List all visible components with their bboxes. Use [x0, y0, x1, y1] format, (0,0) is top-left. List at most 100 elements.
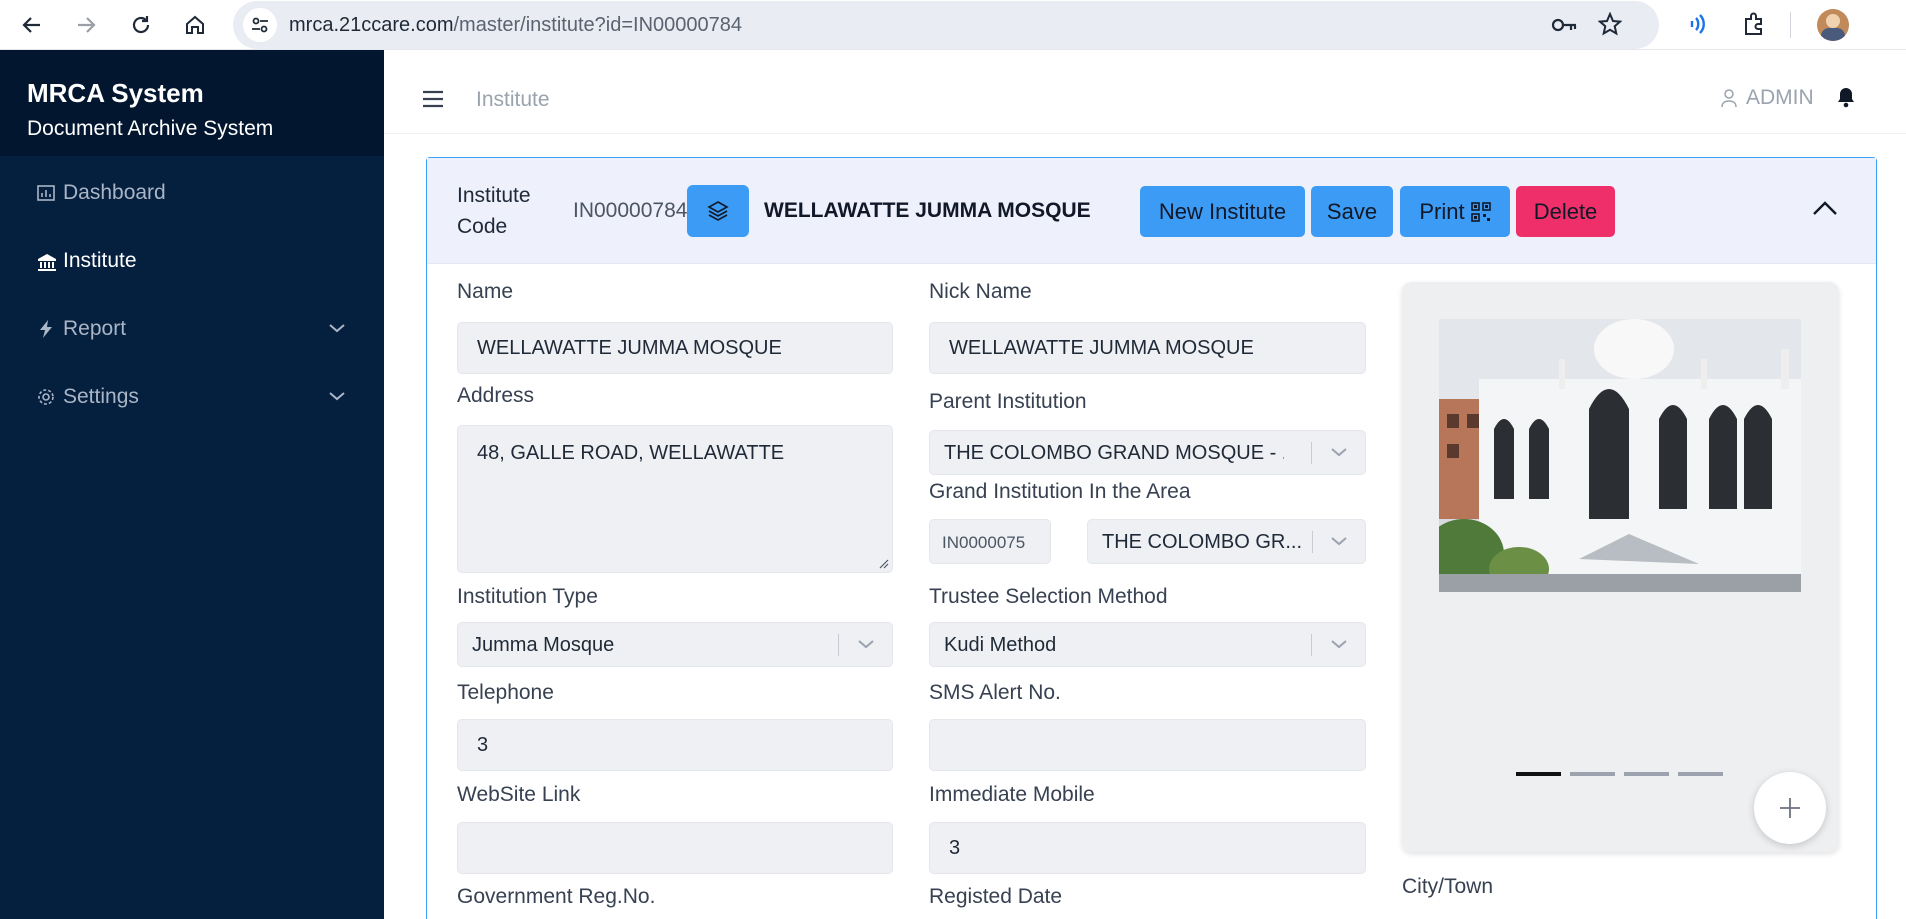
sms-alert-field[interactable] — [929, 719, 1366, 771]
bell-icon[interactable] — [1836, 86, 1856, 113]
select-separator — [1311, 442, 1312, 464]
topbar: Institute ADMIN — [384, 50, 1906, 134]
add-photo-button[interactable] — [1754, 772, 1826, 844]
sidebar-item-label: Report — [63, 317, 127, 340]
carousel-indicators — [1516, 772, 1723, 776]
chevron-down-icon — [1330, 445, 1348, 463]
reload-icon[interactable] — [126, 10, 156, 40]
extensions-icon[interactable] — [1742, 11, 1768, 42]
carousel-dot[interactable] — [1678, 772, 1723, 776]
parent-institution-label: Parent Institution — [929, 390, 1087, 413]
trustee-method-select[interactable]: Kudi Method — [929, 622, 1366, 667]
url-text: mrca.21ccare.com/master/institute?id=IN0… — [289, 14, 743, 36]
grand-institution-code-field[interactable]: IN0000075 — [929, 519, 1051, 564]
address-bar[interactable]: mrca.21ccare.com/master/institute?id=IN0… — [233, 1, 1659, 49]
grand-institution-select[interactable]: THE COLOMBO GR... — [1087, 519, 1366, 564]
address-label: Address — [457, 384, 535, 407]
nickname-label: Nick Name — [929, 280, 1032, 303]
telephone-value: 3 — [477, 734, 489, 756]
layers-icon — [707, 201, 729, 221]
grand-institution-code-value: IN0000075 — [942, 533, 1026, 552]
institute-code-label: Institute Code — [457, 184, 531, 238]
chevron-down-icon — [857, 637, 875, 655]
city-label: City/Town — [1402, 875, 1494, 898]
print-label: Print — [1419, 198, 1465, 224]
sidebar-item-dashboard[interactable]: Dashboard — [0, 168, 384, 218]
institute-name-heading: WELLAWATTE JUMMA MOSQUE — [764, 199, 1091, 222]
nickname-field[interactable]: WELLAWATTE JUMMA MOSQUE — [929, 322, 1366, 374]
chevron-down-icon — [328, 321, 346, 339]
back-icon[interactable] — [17, 10, 47, 40]
address-textarea[interactable]: 48, GALLE ROAD, WELLAWATTE — [457, 425, 893, 573]
menu-icon[interactable] — [422, 90, 444, 113]
forward-icon[interactable] — [71, 10, 101, 40]
carousel-dot[interactable] — [1624, 772, 1669, 776]
layers-button[interactable] — [687, 185, 749, 237]
main-content: Institute Code IN00000784 WELLAWATTE JUM… — [384, 134, 1906, 919]
media-icon[interactable] — [1686, 12, 1710, 41]
registed-date-label: Registed Date — [929, 885, 1063, 908]
institute-code-value: IN00000784 — [573, 199, 688, 222]
app-subtitle: Document Archive System — [27, 117, 274, 140]
trustee-method-value: Kudi Method — [944, 634, 1057, 656]
select-separator — [838, 634, 839, 656]
print-button[interactable]: Print — [1400, 186, 1510, 237]
star-icon[interactable] — [1597, 11, 1623, 41]
card-header: Institute Code IN00000784 WELLAWATTE JUM… — [427, 158, 1876, 264]
name-field[interactable]: WELLAWATTE JUMMA MOSQUE — [457, 322, 893, 374]
qr-code-icon — [1470, 201, 1491, 222]
home-icon[interactable] — [180, 10, 210, 40]
carousel-dot[interactable] — [1516, 772, 1561, 776]
dashboard-icon — [36, 183, 56, 203]
website-label: WebSite Link — [457, 783, 581, 806]
key-icon[interactable] — [1550, 13, 1578, 42]
user-name: ADMIN — [1746, 86, 1814, 109]
user-menu[interactable]: ADMIN — [1720, 86, 1814, 110]
brand: MRCA System Document Archive System — [0, 50, 384, 156]
immediate-mobile-label: Immediate Mobile — [929, 783, 1095, 806]
telephone-label: Telephone — [457, 681, 554, 704]
institution-type-select[interactable]: Jumma Mosque — [457, 622, 893, 667]
chevron-up-icon[interactable] — [1812, 200, 1838, 221]
name-value: WELLAWATTE JUMMA MOSQUE — [477, 337, 782, 359]
plus-icon — [1780, 798, 1800, 818]
parent-institution-select[interactable]: THE COLOMBO GRAND MOSQUE - ... — [929, 430, 1366, 475]
delete-button[interactable]: Delete — [1516, 186, 1615, 237]
grand-institution-label: Grand Institution In the Area — [929, 480, 1191, 503]
page-title: Institute — [476, 88, 550, 111]
chevron-down-icon — [1330, 534, 1348, 552]
institution-type-value: Jumma Mosque — [472, 634, 615, 656]
carousel-dot[interactable] — [1570, 772, 1615, 776]
select-separator — [1312, 531, 1313, 553]
browser-toolbar: mrca.21ccare.com/master/institute?id=IN0… — [0, 0, 1906, 50]
sidebar-item-settings[interactable]: Settings — [0, 372, 384, 422]
photo-carousel — [1402, 282, 1839, 852]
sidebar-item-institute[interactable]: Institute — [0, 236, 384, 286]
sidebar-item-label: Dashboard — [63, 181, 166, 204]
new-institute-button[interactable]: New Institute — [1140, 186, 1305, 237]
app-title: MRCA System — [27, 78, 204, 108]
immediate-mobile-field[interactable]: 3 — [929, 822, 1366, 874]
site-info-icon[interactable] — [243, 8, 277, 42]
sms-alert-label: SMS Alert No. — [929, 681, 1061, 704]
name-label: Name — [457, 280, 514, 303]
institute-photo[interactable] — [1439, 319, 1801, 592]
immediate-mobile-value: 3 — [949, 837, 961, 859]
toolbar-divider — [1790, 12, 1791, 38]
select-separator — [1311, 634, 1312, 656]
sidebar-item-report[interactable]: Report — [0, 304, 384, 354]
sidebar-item-label: Institute — [63, 249, 137, 272]
telephone-field[interactable]: 3 — [457, 719, 893, 771]
sidebar: MRCA System Document Archive System Dash… — [0, 50, 384, 919]
save-button[interactable]: Save — [1311, 186, 1393, 237]
website-field[interactable] — [457, 822, 893, 874]
sidebar-item-label: Settings — [63, 385, 139, 408]
chevron-down-icon — [328, 389, 346, 407]
trustee-method-label: Trustee Selection Method — [929, 585, 1168, 608]
resize-handle-icon — [879, 559, 889, 569]
gear-icon — [36, 387, 56, 407]
grand-institution-value: THE COLOMBO GR... — [1102, 531, 1302, 553]
profile-avatar[interactable] — [1817, 9, 1849, 41]
government-reg-label: Government Reg.No. — [457, 885, 656, 908]
institution-type-label: Institution Type — [457, 585, 598, 608]
